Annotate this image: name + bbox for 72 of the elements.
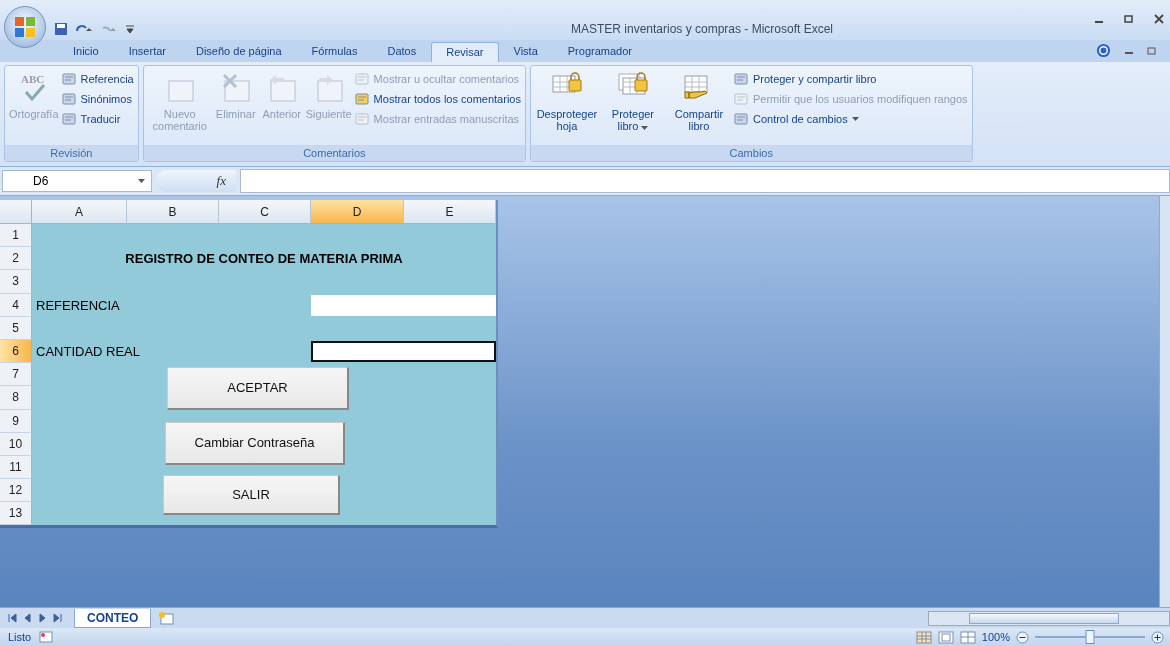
ribbon-tab[interactable]: Insertar <box>113 41 181 62</box>
sheet-button[interactable]: Cambiar Contraseña <box>165 421 345 466</box>
horizontal-scrollbar[interactable] <box>928 611 1170 626</box>
close-icon[interactable] <box>1154 14 1164 24</box>
page-layout-icon[interactable] <box>937 630 954 644</box>
input-field[interactable] <box>311 294 496 316</box>
group-label: Comentarios <box>143 145 525 161</box>
row-header[interactable]: 5 <box>0 316 32 340</box>
group-label: Revisión <box>5 145 138 161</box>
ribbon-button[interactable]: Desproteger hoja <box>534 68 599 143</box>
insert-sheet-icon[interactable] <box>157 611 176 625</box>
ribbon-button[interactable]: Compartir libro <box>666 68 731 143</box>
restore-icon[interactable] <box>1124 14 1134 24</box>
ribbon-tab[interactable]: Revisar <box>431 42 499 62</box>
insert-function-button[interactable]: fx <box>156 170 236 192</box>
group-label: Cambios <box>530 145 972 161</box>
row-header[interactable]: 3 <box>0 270 32 294</box>
zoom-level[interactable]: 100% <box>981 631 1010 643</box>
customize-icon <box>126 24 134 34</box>
sheet-title: REGISTRO DE CONTEO DE MATERIA PRIMA <box>124 251 404 267</box>
ribbon-tab[interactable]: Datos <box>372 41 432 62</box>
sheet-button[interactable]: ACEPTAR <box>167 367 349 410</box>
zoom-in-icon[interactable] <box>1151 630 1164 644</box>
field-label: REFERENCIA <box>35 297 121 313</box>
row-header[interactable]: 4 <box>0 293 32 317</box>
ribbon-button[interactable]: Proteger y compartir libro <box>732 71 968 87</box>
row-header[interactable]: 1 <box>0 224 32 248</box>
row-header[interactable]: 12 <box>0 479 32 503</box>
row-header[interactable]: 13 <box>0 502 32 526</box>
column-header[interactable]: A <box>32 200 127 224</box>
ribbon-button[interactable]: Referencia <box>60 71 134 87</box>
restore-icon[interactable] <box>1147 46 1156 55</box>
normal-view-icon[interactable] <box>915 630 932 644</box>
row-header[interactable]: 11 <box>0 455 32 480</box>
ribbon-button[interactable]: Proteger libro <box>600 68 665 143</box>
dropdown-caret-icon <box>138 179 145 183</box>
window-title: MASTER inventarios y compras - Microsoft Excel <box>569 22 835 36</box>
formula-input[interactable] <box>240 169 1170 193</box>
row-header[interactable]: 10 <box>0 432 32 456</box>
save-icon <box>54 22 68 36</box>
field-label: CANTIDAD REAL <box>35 344 142 360</box>
column-header[interactable]: B <box>127 200 219 224</box>
row-header[interactable]: 2 <box>0 247 32 271</box>
ribbon-tab[interactable]: Vista <box>498 41 553 62</box>
help-icon[interactable] <box>1096 43 1111 58</box>
sheet-tab[interactable]: CONTEO <box>74 608 152 628</box>
vertical-scrollbar[interactable] <box>1159 196 1170 607</box>
logo-icon <box>14 16 36 38</box>
row-header[interactable]: 6 <box>0 339 32 364</box>
name-box[interactable]: D6 <box>2 170 152 192</box>
ribbon-button[interactable]: Traducir <box>60 111 134 127</box>
column-header[interactable]: D <box>311 200 404 224</box>
slider-thumb[interactable] <box>1085 630 1095 644</box>
zoom-out-icon[interactable] <box>1016 630 1029 644</box>
row-header[interactable]: 7 <box>0 363 32 387</box>
select-all-corner[interactable] <box>0 200 32 224</box>
row-header[interactable]: 8 <box>0 386 32 410</box>
column-header[interactable]: C <box>219 200 311 224</box>
status-text: Listo <box>8 631 32 643</box>
column-header[interactable]: E <box>404 200 496 224</box>
ribbon-tab[interactable]: Programador <box>552 41 647 62</box>
input-field[interactable] <box>311 340 496 363</box>
macro-record-icon[interactable] <box>39 631 54 643</box>
ribbon-tab[interactable]: Diseño de página <box>181 41 297 62</box>
ribbon-button[interactable]: Mostrar todos los comentarios <box>353 91 521 107</box>
page-break-icon[interactable] <box>959 630 976 644</box>
ribbon-button[interactable]: Sinónimos <box>60 91 134 107</box>
ribbon-button[interactable]: Control de cambios <box>732 111 968 127</box>
ribbon-tab[interactable]: Inicio <box>58 41 114 62</box>
sheet-button[interactable]: SALIR <box>163 474 340 516</box>
row-header[interactable]: 9 <box>0 409 32 433</box>
ribbon-tab[interactable]: Fórmulas <box>296 41 373 62</box>
